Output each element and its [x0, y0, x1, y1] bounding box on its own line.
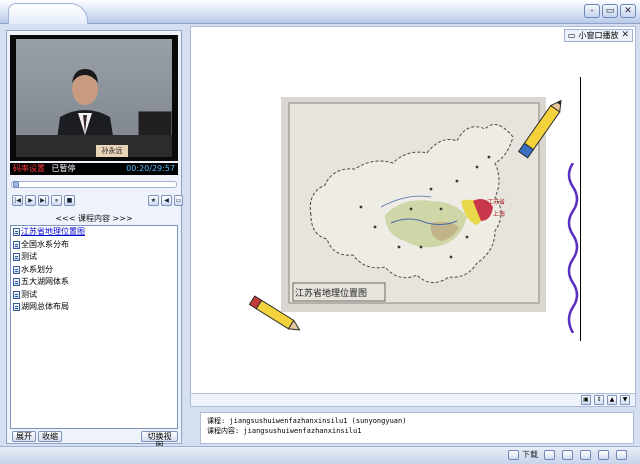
scroll-down-icon[interactable]: ▼ — [620, 395, 630, 405]
seek-handle[interactable] — [13, 181, 19, 188]
scroll-up-icon[interactable]: ▲ — [607, 395, 617, 405]
list-buttons: 展开 收缩 切换视图 — [10, 431, 178, 450]
monitor-icon: ▭ — [567, 31, 576, 40]
list-item[interactable]: 五大湖网体系 — [11, 276, 177, 289]
download-label[interactable]: 下载 — [522, 449, 538, 461]
squiggle-line — [567, 163, 579, 333]
list-item-label: 水系划分 — [21, 264, 53, 274]
map-label-jiangsu: 江苏省 — [487, 199, 506, 206]
camera-icon[interactable] — [544, 450, 555, 460]
course-info-panel: 课程: jiangsushuiwenfazhanxinsilu1 (sunyon… — [200, 412, 634, 444]
list-item-label: 测试 — [21, 252, 37, 262]
volume-icon[interactable]: ◀ — [161, 195, 172, 206]
speaker-nameplate: 孙永远 — [96, 145, 128, 157]
speaker-icon[interactable] — [580, 450, 591, 460]
list-item[interactable]: 江苏省地理位置图 — [11, 226, 177, 239]
screen-icon[interactable]: ▭ — [174, 195, 183, 206]
document-icon — [13, 290, 20, 299]
pencil-decoration-top — [517, 99, 562, 159]
status-bar: 下载 — [0, 446, 640, 464]
viewer-toolbar: ▣ ⇕ ▲ ▼ — [190, 394, 636, 407]
list-item-label: 湖网总体布局 — [21, 302, 69, 312]
course-list: 江苏省地理位置图 全国水系分布 测试 水系划分 五大湖网体系 测试 湖网总体布局 — [10, 225, 178, 429]
expand-button[interactable]: 展开 — [12, 431, 36, 442]
window-tab[interactable] — [8, 3, 88, 24]
seek-bar[interactable] — [11, 181, 177, 188]
scroll-arrows-icon[interactable]: ⇕ — [594, 395, 604, 405]
video-player[interactable]: 孙永远 — [10, 35, 178, 161]
slide-right-border — [580, 77, 581, 341]
slide: 江苏省地理位置图 江苏省 上海 — [249, 77, 581, 341]
video-status-bar: 码率设置 已暂停 00:20/29:57 — [10, 163, 178, 175]
close-icon[interactable]: ✕ — [621, 30, 629, 41]
document-icon — [13, 265, 20, 274]
window-controls: - ▭ ✕ — [584, 4, 636, 18]
list-item[interactable]: 湖网总体布局 — [11, 301, 177, 314]
document-icon — [13, 240, 20, 249]
china-map — [281, 97, 546, 312]
playback-time: 00:20/29:57 — [126, 164, 175, 173]
paused-status: 已暂停 — [51, 164, 76, 173]
small-window-label: 小窗口播放 — [578, 31, 619, 40]
small-window-play-button[interactable]: ▭ 小窗口播放 ✕ — [563, 29, 633, 42]
list-item[interactable]: 全国水系分布 — [11, 239, 177, 252]
document-icon — [13, 278, 20, 287]
map-title: 江苏省地理位置图 — [295, 289, 368, 299]
list-item[interactable]: 水系划分 — [11, 264, 177, 277]
desk-shape — [16, 135, 172, 157]
playback-controls: |◀ ▶ ▶| ⏸ ■ ★ ◀ ▭ — [10, 195, 183, 209]
list-item-label: 江苏省地理位置图 — [21, 227, 85, 237]
title-bar: - ▭ ✕ — [0, 0, 640, 24]
maximize-button[interactable]: ▭ — [602, 4, 618, 18]
course-content-line: 课程内容: jiangsushuiwenfazhanxinsilu1 — [207, 427, 362, 435]
list-item-label: 五大湖网体系 — [21, 277, 69, 287]
list-item-label: 测试 — [21, 289, 37, 299]
printer-icon[interactable] — [562, 450, 573, 460]
close-button[interactable]: ✕ — [620, 4, 636, 18]
previous-button[interactable]: |◀ — [12, 195, 23, 206]
course-name-line: 课程: jiangsushuiwenfazhanxinsilu1 (sunyon… — [207, 417, 407, 425]
stop-button[interactable]: ■ — [64, 195, 75, 206]
map-photo: 江苏省地理位置图 江苏省 上海 — [281, 97, 546, 312]
collapse-button[interactable]: 收缩 — [38, 431, 62, 442]
download-icon[interactable] — [508, 450, 519, 460]
list-item[interactable]: 测试 — [11, 289, 177, 302]
minimize-button[interactable]: - — [584, 4, 600, 18]
list-item-label: 全国水系分布 — [21, 239, 69, 249]
switch-view-button[interactable]: 切换视图 — [141, 431, 178, 450]
pencil-decoration-bottom — [249, 295, 301, 331]
slide-viewer: ▭ 小窗口播放 ✕ 江苏省地理位置图 江苏省 上海 — [190, 26, 636, 394]
document-icon — [13, 303, 20, 312]
bitrate-setting-link[interactable]: 码率设置 — [13, 164, 45, 173]
pause-button[interactable]: ⏸ — [51, 195, 62, 206]
course-content-header: <<< 课程内容 >>> — [55, 214, 133, 223]
star-icon[interactable]: ★ — [148, 195, 159, 206]
play-button[interactable]: ▶ — [25, 195, 36, 206]
fit-screen-icon[interactable]: ▣ — [581, 395, 591, 405]
map-label-shanghai: 上海 — [493, 211, 506, 218]
layout-icon[interactable] — [598, 450, 609, 460]
list-item[interactable]: 测试 — [11, 251, 177, 264]
document-icon — [13, 253, 20, 262]
left-panel: 孙永远 码率设置 已暂停 00:20/29:57 |◀ ▶ ▶| ⏸ ■ ★ ◀… — [6, 30, 183, 450]
next-button[interactable]: ▶| — [38, 195, 49, 206]
document-icon — [13, 228, 20, 237]
zoom-icon[interactable] — [616, 450, 627, 460]
